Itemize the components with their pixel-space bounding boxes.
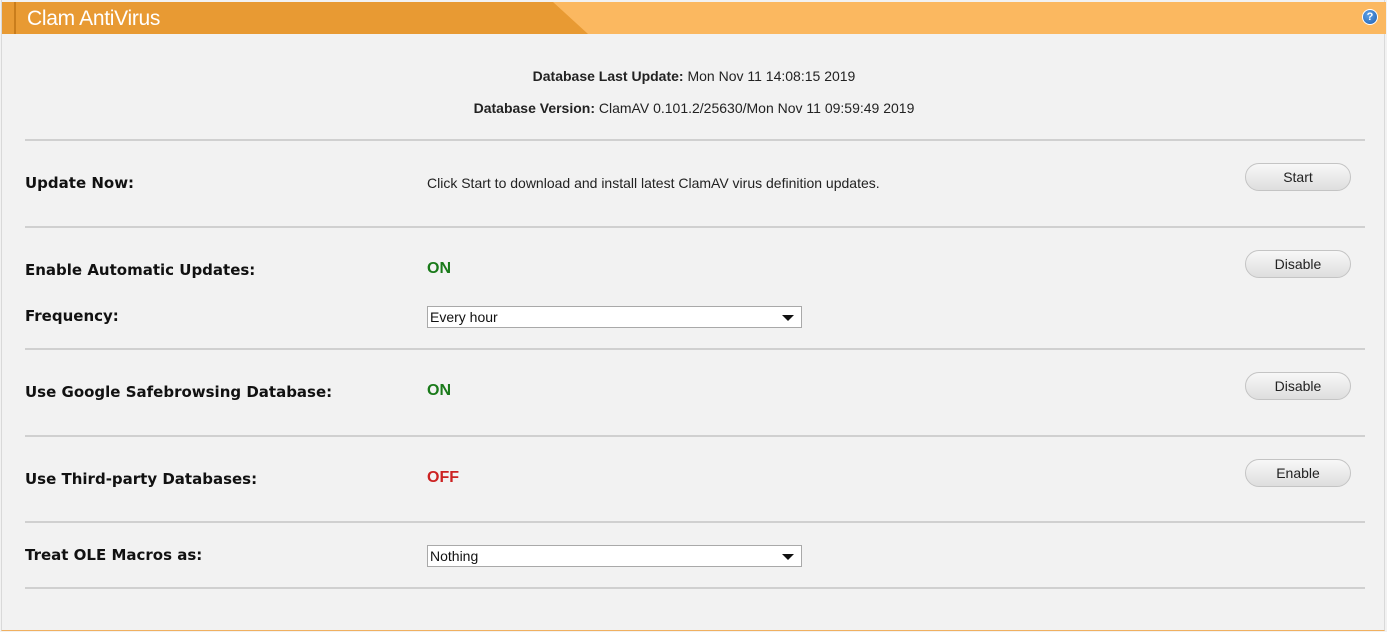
database-last-update: Database Last Update: Mon Nov 11 14:08:1… xyxy=(2,68,1386,84)
divider xyxy=(25,587,1365,589)
chevron-down-icon xyxy=(782,315,794,321)
frequency-select[interactable]: Every hour xyxy=(427,306,802,328)
third-party-status: OFF xyxy=(427,469,459,486)
update-now-description: Click Start to download and install late… xyxy=(427,175,880,191)
title-bar: Clam AntiVirus ? xyxy=(2,2,1386,34)
database-version: Database Version: ClamAV 0.101.2/25630/M… xyxy=(2,100,1386,116)
frequency-select-value: Every hour xyxy=(430,309,498,325)
ole-macros-select[interactable]: Nothing xyxy=(427,545,802,567)
clamav-panel: Clam AntiVirus ? Database Last Update: M… xyxy=(1,0,1386,631)
database-version-label: Database Version: xyxy=(473,100,595,116)
ole-macros-label: Treat OLE Macros as: xyxy=(25,546,203,564)
divider xyxy=(25,226,1365,228)
start-button[interactable]: Start xyxy=(1245,163,1351,191)
database-last-update-value: Mon Nov 11 14:08:15 2019 xyxy=(687,68,856,84)
chevron-down-icon xyxy=(782,554,794,560)
ole-macros-select-value: Nothing xyxy=(430,548,479,564)
page-title: Clam AntiVirus xyxy=(27,7,161,30)
third-party-enable-button[interactable]: Enable xyxy=(1245,459,1351,487)
auto-updates-disable-button[interactable]: Disable xyxy=(1245,250,1351,278)
divider xyxy=(25,521,1365,523)
database-version-value: ClamAV 0.101.2/25630/Mon Nov 11 09:59:49… xyxy=(598,100,915,116)
safebrowsing-label: Use Google Safebrowsing Database: xyxy=(25,383,333,401)
safebrowsing-status: ON xyxy=(427,382,451,399)
frequency-label: Frequency: xyxy=(25,307,119,325)
divider xyxy=(25,139,1365,141)
auto-updates-label: Enable Automatic Updates: xyxy=(25,261,256,279)
third-party-label: Use Third-party Databases: xyxy=(25,470,258,488)
auto-updates-status: ON xyxy=(427,260,451,277)
database-last-update-label: Database Last Update: xyxy=(532,68,684,84)
help-icon[interactable]: ? xyxy=(1362,9,1378,25)
title-tab-edge xyxy=(14,2,16,34)
update-now-label: Update Now: xyxy=(25,174,135,192)
divider xyxy=(25,435,1365,437)
divider xyxy=(25,348,1365,350)
safebrowsing-disable-button[interactable]: Disable xyxy=(1245,372,1351,400)
